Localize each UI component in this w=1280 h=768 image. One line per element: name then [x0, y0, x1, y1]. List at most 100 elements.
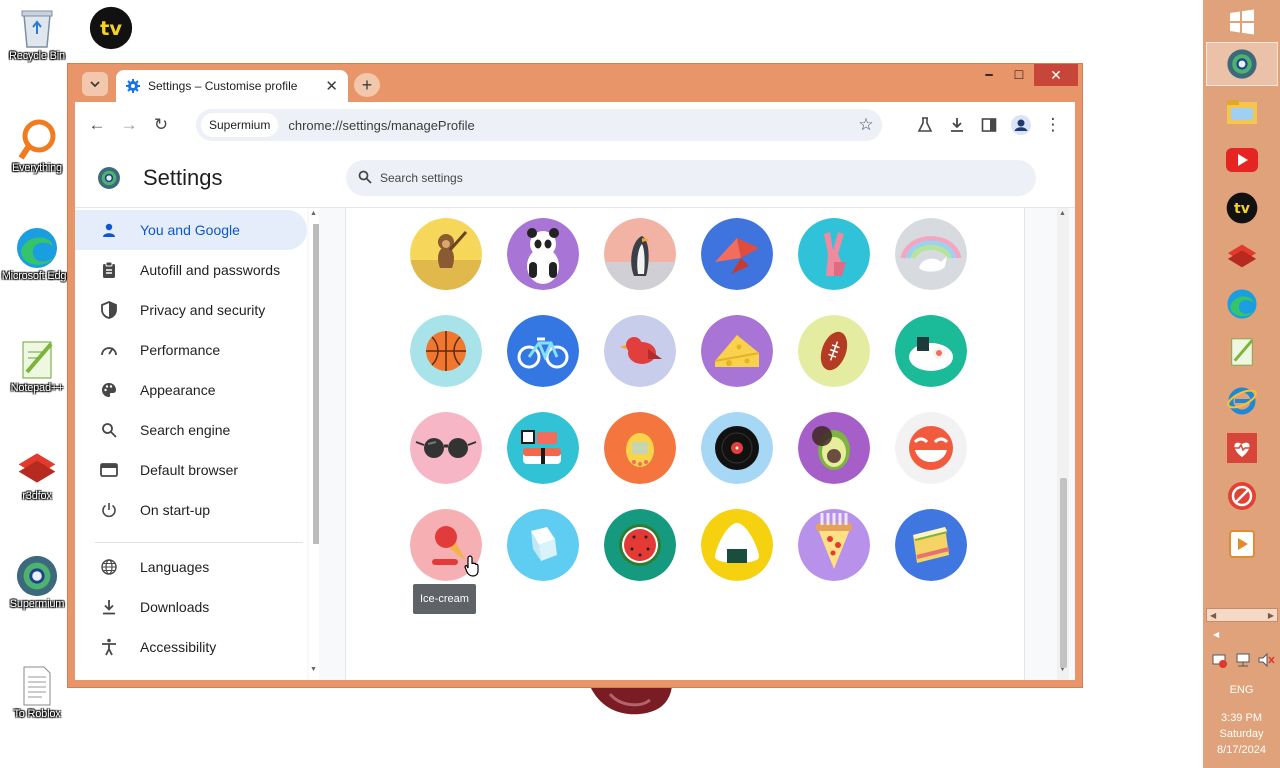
- taskbar-scroll-area[interactable]: ◀ ▶: [1206, 608, 1278, 622]
- sidebar-item-privacy-and-security[interactable]: Privacy and security: [75, 290, 307, 330]
- taskbar-r3dfox[interactable]: [1206, 234, 1278, 278]
- avatar-option-cheese[interactable]: [701, 315, 773, 387]
- taskbar-tv-app[interactable]: tv: [1206, 186, 1278, 230]
- content-scroll-thumb[interactable]: [1060, 478, 1067, 668]
- tab-close-icon[interactable]: ✕: [325, 77, 338, 95]
- panda-icon: [507, 218, 579, 290]
- avatar-option-rabbit[interactable]: [798, 218, 870, 290]
- r3dfox-icon: [15, 446, 59, 490]
- minimize-button[interactable]: ━: [976, 64, 1002, 86]
- sidebar-item-appearance[interactable]: Appearance: [75, 370, 307, 410]
- sidebar-item-accessibility[interactable]: Accessibility: [75, 627, 307, 667]
- taskbar-media-player[interactable]: [1206, 522, 1278, 566]
- desktop-icon-everything[interactable]: Everything: [1, 118, 73, 175]
- scroll-right-icon[interactable]: ▶: [1268, 611, 1274, 620]
- avatar-option-watermelon[interactable]: [604, 509, 676, 581]
- taskbar-health-app[interactable]: [1206, 426, 1278, 470]
- tab-settings[interactable]: Settings – Customise profile ✕: [116, 70, 348, 102]
- sidebar-item-you-and-google[interactable]: You and Google: [75, 210, 307, 250]
- arrow-right-icon: →: [120, 115, 138, 134]
- labs-button[interactable]: [909, 109, 941, 141]
- avatar-option-origami-bird[interactable]: [701, 218, 773, 290]
- address-bar[interactable]: Supermium chrome://settings/manageProfil…: [196, 109, 882, 141]
- network-icon[interactable]: [1234, 652, 1252, 668]
- sidebar-item-autofill-and-passwords[interactable]: Autofill and passwords: [75, 250, 307, 290]
- sidebar-item-label: Autofill and passwords: [140, 262, 281, 278]
- scroll-up-arrow[interactable]: ▲: [310, 210, 317, 217]
- avatar-option-basketball[interactable]: [410, 315, 482, 387]
- taskbar-edge[interactable]: [1206, 282, 1278, 326]
- sidebar-item-performance[interactable]: Performance: [75, 330, 307, 370]
- taskbar-internet-explorer[interactable]: [1206, 378, 1278, 422]
- sidebar-item-downloads[interactable]: Downloads: [75, 587, 307, 627]
- site-chip[interactable]: Supermium: [201, 113, 279, 137]
- avatar-option-smile[interactable]: [895, 412, 967, 484]
- avatar-option-unicorn[interactable]: [895, 218, 967, 290]
- desktop-icon-recycle-bin[interactable]: Recycle Bin: [1, 6, 73, 63]
- desktop-icon-roblox-text[interactable]: To Roblox: [1, 664, 73, 721]
- settings-search-input[interactable]: Search settings: [346, 160, 1036, 196]
- side-panel-button[interactable]: [973, 109, 1005, 141]
- new-tab-button[interactable]: +: [354, 73, 380, 97]
- avatar-option-bird[interactable]: [604, 315, 676, 387]
- maximize-button[interactable]: ☐: [1006, 64, 1032, 86]
- avatar-option-bicycle[interactable]: [507, 315, 579, 387]
- language-indicator[interactable]: ENG: [1203, 682, 1280, 698]
- desktop-icon-supermium[interactable]: Supermium: [1, 554, 73, 611]
- avatar-option-tamagotchi[interactable]: [604, 412, 676, 484]
- clock-time[interactable]: 3:39 PM: [1203, 710, 1280, 726]
- desktop-icon-r3dfox[interactable]: r3dfox: [1, 446, 73, 503]
- avatar-option-sushi[interactable]: [507, 412, 579, 484]
- basketball-icon: [410, 315, 482, 387]
- avatar-option-panda[interactable]: [507, 218, 579, 290]
- close-window-button[interactable]: ✕: [1034, 64, 1078, 86]
- taskbar-notepad-plus[interactable]: [1206, 330, 1278, 374]
- avatar-option-ice-cube[interactable]: [507, 509, 579, 581]
- svg-text:tv: tv: [1234, 201, 1250, 217]
- avatar-option-avocado[interactable]: [798, 412, 870, 484]
- downloads-button[interactable]: [941, 109, 973, 141]
- start-button[interactable]: [1206, 0, 1278, 44]
- back-button[interactable]: ←: [81, 109, 113, 141]
- taskbar-supermium[interactable]: [1206, 42, 1278, 86]
- desktop-icon-notepad-plus[interactable]: Notepad++: [1, 338, 73, 395]
- desktop-icon-edge[interactable]: Microsoft Edge: [1, 226, 73, 283]
- sidebar-item-search-engine[interactable]: Search engine: [75, 410, 307, 450]
- avatar-option-vinyl[interactable]: [701, 412, 773, 484]
- sidebar-item-on-start-up[interactable]: On start-up: [75, 490, 307, 530]
- avatar-option-pizza[interactable]: [798, 509, 870, 581]
- avatar-option-football[interactable]: [798, 315, 870, 387]
- avatar-option-sushi-plate[interactable]: [895, 315, 967, 387]
- edge-icon: [15, 226, 59, 270]
- scroll-down-arrow[interactable]: ▼: [310, 666, 317, 673]
- url-text[interactable]: chrome://settings/manageProfile: [288, 118, 850, 133]
- forward-button[interactable]: →: [113, 109, 145, 141]
- desktop-icon-tv-app[interactable]: tv: [75, 6, 147, 50]
- volume-muted-icon[interactable]: [1257, 652, 1275, 668]
- profile-button[interactable]: [1005, 109, 1037, 141]
- reload-button[interactable]: ↻: [145, 109, 177, 141]
- avatar-option-sunglasses[interactable]: [410, 412, 482, 484]
- tab-search-button[interactable]: [82, 72, 108, 96]
- taskbar-blocked-app[interactable]: [1206, 474, 1278, 518]
- avatar-option-monkey[interactable]: [410, 218, 482, 290]
- avatar-option-sandwich[interactable]: [895, 509, 967, 581]
- sidebar-item-default-browser[interactable]: Default browser: [75, 450, 307, 490]
- scroll-up-arrow[interactable]: ▲: [1059, 210, 1066, 217]
- sidebar-item-languages[interactable]: Languages: [75, 547, 307, 587]
- internet-explorer-icon: [1227, 387, 1257, 415]
- bookmark-star-icon[interactable]: ☆: [850, 109, 882, 141]
- text-file-icon: [15, 664, 59, 708]
- avatar-option-penguin[interactable]: [604, 218, 676, 290]
- tray-expand-icon[interactable]: ◀: [1213, 630, 1219, 639]
- taskbar-file-explorer[interactable]: [1206, 90, 1278, 134]
- menu-button[interactable]: ⋮: [1037, 109, 1069, 141]
- scroll-left-icon[interactable]: ◀: [1210, 611, 1216, 620]
- avatar-option-onigiri[interactable]: [701, 509, 773, 581]
- flask-icon: [917, 117, 933, 132]
- clock-date[interactable]: 8/17/2024: [1203, 742, 1280, 758]
- clock-day[interactable]: Saturday: [1203, 726, 1280, 742]
- network-error-icon[interactable]: [1211, 652, 1229, 668]
- sidebar-scroll-thumb[interactable]: [313, 224, 319, 544]
- taskbar-youtube[interactable]: [1206, 138, 1278, 182]
